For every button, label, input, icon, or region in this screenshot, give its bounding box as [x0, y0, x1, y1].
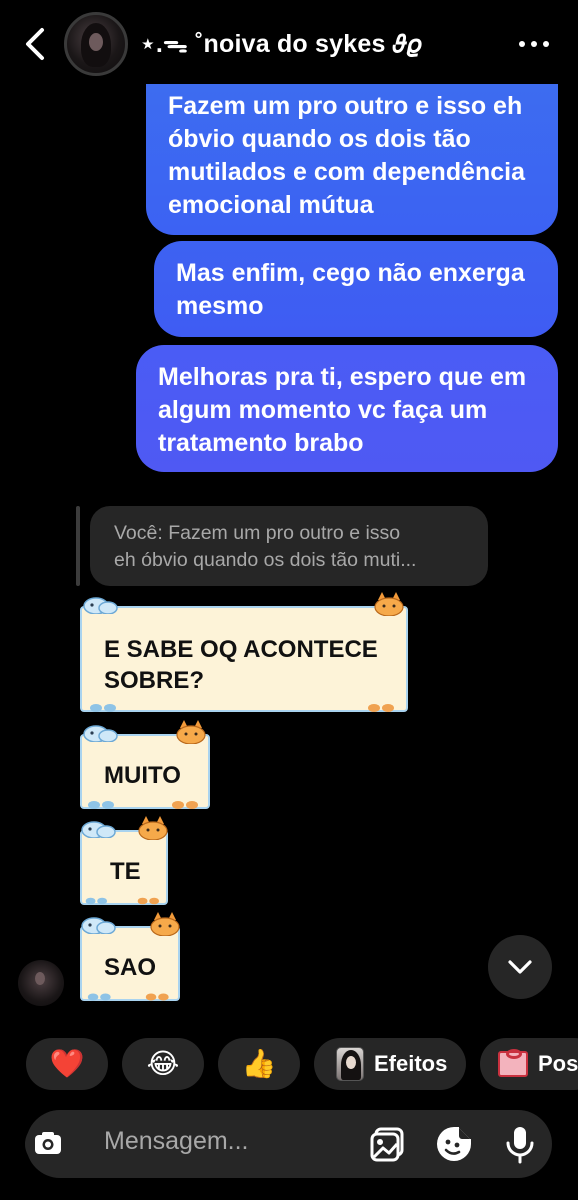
message-input[interactable] — [104, 1127, 354, 1156]
effects-button[interactable]: Efeitos — [314, 1038, 466, 1090]
incoming-sticker-message[interactable]: MUITO — [80, 720, 210, 809]
sender-avatar[interactable] — [18, 960, 64, 1006]
paw-prints-icon — [368, 704, 394, 712]
incoming-sticker-message[interactable]: E SABE OQ ACONTECE SOBRE? — [80, 592, 408, 712]
paw-prints-icon — [172, 801, 198, 809]
camera-icon[interactable] — [24, 1120, 72, 1168]
paw-prints-icon — [87, 993, 111, 1001]
paw-prints-icon — [90, 704, 116, 712]
cat-icon — [150, 912, 180, 936]
outgoing-message[interactable]: Melhoras pra ti, espero que em algum mom… — [136, 345, 558, 472]
outgoing-message[interactable]: Fazem um pro outro e isso eh óbvio quand… — [146, 84, 558, 235]
quick-reaction-laugh[interactable]: 😂 — [122, 1038, 204, 1090]
dog-icon — [81, 821, 116, 838]
scroll-to-bottom-button[interactable] — [488, 935, 552, 999]
quick-reaction-thumbs-up[interactable]: 👍 — [218, 1038, 300, 1090]
outgoing-message[interactable]: Mas enfim, cego não enxerga mesmo — [154, 241, 558, 337]
heart-icon: ❤️ — [49, 1047, 85, 1080]
thumbs-up-icon: 👍 — [241, 1047, 277, 1080]
laughing-face-icon: 😂 — [146, 1047, 180, 1080]
effects-label: Efeitos — [374, 1051, 448, 1076]
incoming-sticker-message[interactable]: SAO — [80, 912, 180, 1001]
cat-icon — [138, 816, 168, 840]
cat-icon — [176, 720, 206, 744]
dog-icon — [83, 597, 118, 614]
contact-avatar[interactable] — [64, 12, 128, 76]
paw-prints-icon — [88, 801, 114, 809]
avatar-face — [35, 972, 45, 985]
microphone-icon[interactable] — [500, 1124, 540, 1164]
chevron-left-icon[interactable] — [18, 24, 54, 64]
reply-quote[interactable]: Você: Fazem um pro outro e isso eh óbvio… — [90, 506, 488, 586]
gift-icon — [498, 1049, 528, 1077]
cat-icon — [374, 592, 404, 616]
reply-indicator-bar — [76, 506, 80, 586]
message-text: Fazem um pro outro e isso eh óbvio quand… — [168, 92, 526, 219]
message-text: SAO — [104, 954, 157, 981]
avatar-face — [89, 33, 103, 51]
more-horizontal-icon[interactable] — [514, 32, 554, 56]
message-text: E SABE OQ ACONTECE SOBRE? — [104, 636, 378, 694]
sticker-icon[interactable] — [434, 1124, 474, 1164]
dog-icon — [81, 917, 116, 934]
message-text: Mas enfim, cego não enxerga mesmo — [176, 259, 525, 320]
incoming-sticker-message[interactable]: TE — [80, 816, 168, 905]
paw-prints-icon — [85, 897, 108, 905]
chat-title[interactable]: ⋆.ᯓ ˚noiva do sykes 𝜗𝜚 — [140, 26, 421, 60]
quick-reaction-heart[interactable]: ❤️ — [26, 1038, 108, 1090]
dog-icon — [83, 725, 118, 742]
paw-prints-icon — [137, 897, 160, 905]
post-button[interactable]: Post — [480, 1038, 578, 1090]
message-text: TE — [110, 858, 141, 885]
gallery-icon[interactable] — [368, 1124, 408, 1164]
post-label: Post — [538, 1051, 578, 1076]
message-text: MUITO — [104, 762, 181, 789]
message-text: Melhoras pra ti, espero que em algum mom… — [158, 363, 527, 457]
chat-header: ⋆.ᯓ ˚noiva do sykes 𝜗𝜚 — [0, 0, 578, 88]
chevron-down-icon — [508, 960, 532, 974]
paw-prints-icon — [145, 993, 169, 1001]
effect-thumbnail-icon — [336, 1047, 364, 1081]
